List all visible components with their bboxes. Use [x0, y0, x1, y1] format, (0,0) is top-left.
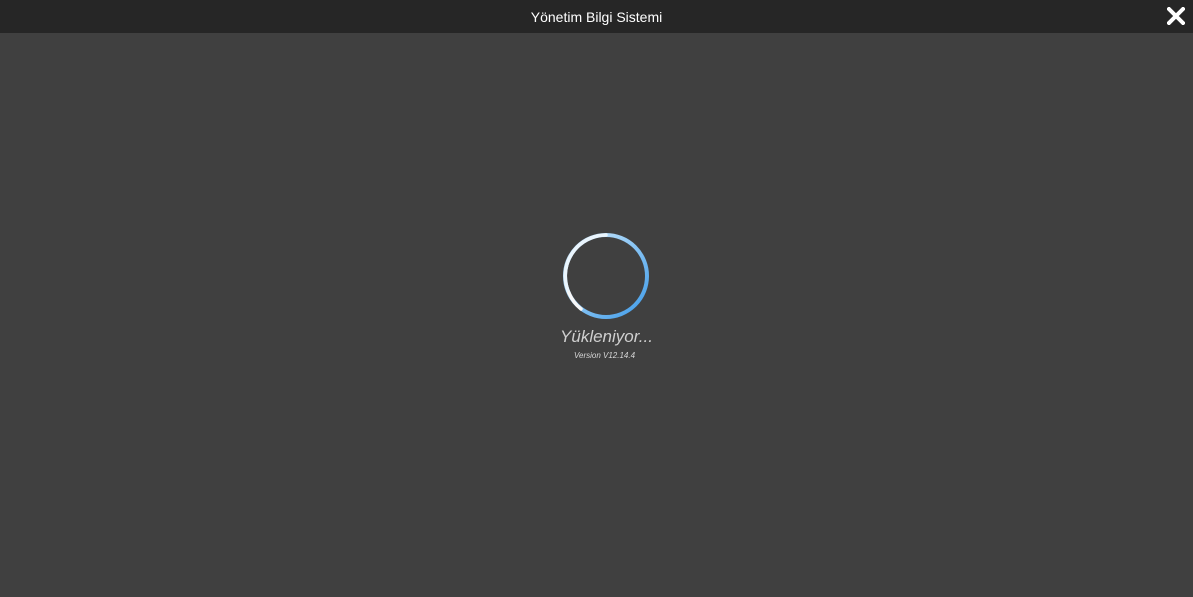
loading-status-text: Yükleniyor...: [560, 327, 653, 346]
window-title: Yönetim Bilgi Sistemi: [530, 9, 663, 25]
app-window: Yönetim Bilgi Sistemi Yükleniyor... Vers…: [0, 0, 1193, 597]
close-button[interactable]: [1167, 7, 1185, 25]
title-bar: Yönetim Bilgi Sistemi: [0, 0, 1193, 33]
close-icon: [1167, 7, 1185, 25]
version-label: Version V12.14.4: [573, 351, 636, 360]
loading-spinner-icon: [563, 233, 649, 319]
